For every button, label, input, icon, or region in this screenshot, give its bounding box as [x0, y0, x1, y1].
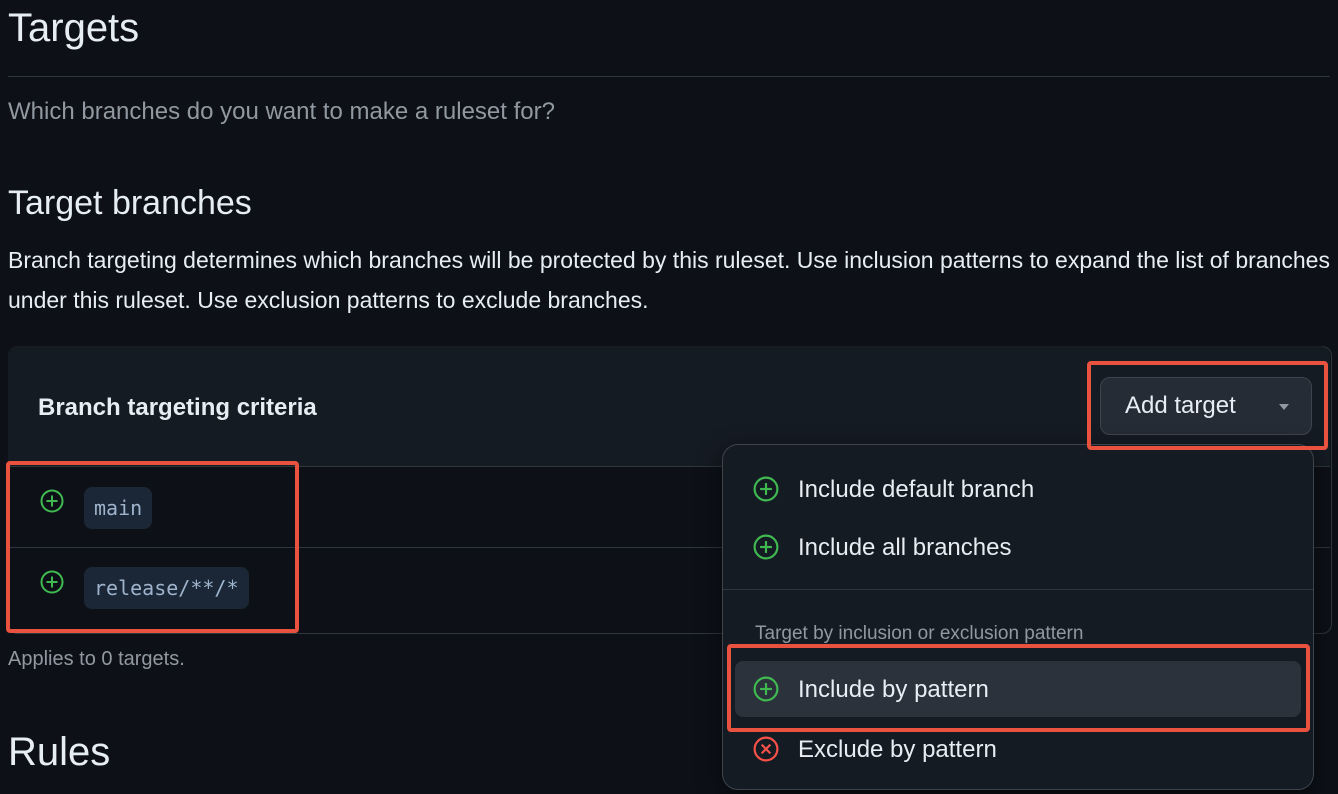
menu-item-exclude-by-pattern[interactable]: Exclude by pattern	[723, 721, 1313, 777]
chevron-down-icon	[1279, 404, 1289, 410]
add-target-label: Add target	[1125, 392, 1236, 419]
menu-item-include-by-pattern[interactable]: Include by pattern	[735, 661, 1301, 717]
menu-item-label: Include default branch	[798, 476, 1035, 503]
menu-item-label: Exclude by pattern	[798, 736, 997, 763]
menu-divider	[723, 589, 1313, 590]
target-branches-description: Branch targeting determines which branch…	[8, 247, 1330, 313]
applies-to-count: Applies to 0 targets.	[8, 648, 185, 670]
targets-subtitle: Which branches do you want to make a rul…	[8, 98, 555, 125]
plus-circle-icon	[753, 476, 779, 502]
target-branches-heading: Target branches	[8, 184, 252, 222]
menu-item-include-default-branch[interactable]: Include default branch	[723, 461, 1313, 517]
branch-pattern-main: main	[84, 487, 153, 529]
menu-group-label: Target by inclusion or exclusion pattern	[755, 623, 1084, 644]
menu-item-label: Include by pattern	[798, 676, 989, 703]
add-target-menu: Include default branch Include all branc…	[722, 444, 1314, 790]
add-target-button[interactable]: Add target	[1100, 377, 1312, 435]
branch-targeting-criteria-title: Branch targeting criteria	[38, 394, 317, 421]
menu-item-label: Include all branches	[798, 534, 1012, 561]
menu-item-include-all-branches[interactable]: Include all branches	[723, 519, 1313, 575]
branch-pattern-release: release/**/*	[84, 567, 249, 609]
plus-circle-icon	[40, 570, 64, 594]
plus-circle-icon	[753, 534, 779, 560]
heading-divider	[8, 76, 1330, 77]
x-circle-icon	[753, 736, 779, 762]
plus-circle-icon	[40, 489, 64, 513]
rules-heading: Rules	[8, 730, 111, 774]
plus-circle-icon	[753, 676, 779, 702]
targets-heading: Targets	[8, 6, 140, 50]
